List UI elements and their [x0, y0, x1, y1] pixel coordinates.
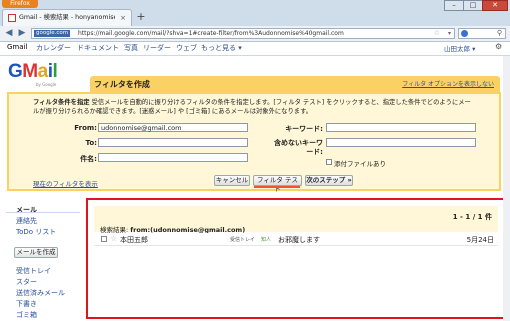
row-label-inbox[interactable]: 受信トレイ [230, 236, 255, 243]
has-attachment-checkbox[interactable] [326, 159, 332, 165]
table-row[interactable]: ☆ 本田五郎 受信トレイ 知人 お邪魔します 5月24日 [94, 233, 498, 246]
url-dropdown-icon[interactable]: ▾ [448, 29, 451, 38]
gear-icon[interactable]: ⚙ [495, 42, 502, 51]
row-date: 5月24日 [466, 236, 494, 244]
minimize-button[interactable]: – [444, 0, 464, 11]
gbar-divider [0, 55, 510, 56]
filter-panel-title: フィルタを作成 [94, 80, 150, 89]
sidebar-item-inbox[interactable]: 受信トレイ [16, 266, 51, 276]
filter-test-highlight [254, 186, 300, 188]
sidebar: メール 連絡先 ToDo リスト メールを作成 受信トレイ スター 送信済みメー… [0, 203, 80, 321]
row-checkbox[interactable] [101, 236, 107, 242]
hide-filter-options-link[interactable]: フィルタ オプションを表示しない [402, 79, 494, 88]
keyword-label: キーワード: [285, 125, 323, 133]
scrollbar[interactable] [503, 56, 510, 321]
filter-test-button[interactable]: フィルタ テスト [253, 175, 302, 193]
sidebar-item-todo[interactable]: ToDo リスト [16, 227, 56, 237]
gbar-link-web[interactable]: ウェブ [176, 43, 197, 53]
site-identity-badge[interactable]: google.com [34, 30, 71, 37]
gmail-logo[interactable]: GMail [8, 62, 58, 82]
from-input[interactable]: udonnomise@gmail.com [98, 123, 248, 132]
results-header: 1 - 1 / 1 件 検索結果: from:(udonnomise@gmail… [94, 206, 498, 234]
close-tab-icon[interactable]: × [120, 10, 126, 26]
google-search-icon [461, 30, 468, 37]
exclude-keyword-input[interactable] [326, 138, 476, 147]
search-results-panel: 1 - 1 / 1 件 検索結果: from:(udonnomise@gmail… [86, 198, 506, 319]
gmail-favicon-icon [8, 14, 16, 22]
subject-label: 件名: [80, 155, 97, 163]
to-input[interactable] [98, 138, 248, 147]
firefox-menu-button[interactable]: Firefox [2, 0, 38, 8]
url-text: https://mail.google.com/mail/?shva=1#cre… [78, 30, 344, 37]
filter-description-text: 受信メールを自動的に振り分けるフィルタの条件を指定します。[フィルタ テスト] … [33, 99, 471, 115]
sidebar-item-mail[interactable]: メール [16, 205, 37, 215]
sidebar-item-contacts[interactable]: 連絡先 [16, 216, 37, 226]
keyword-input[interactable] [326, 123, 476, 132]
sidebar-item-starred[interactable]: スター [16, 277, 37, 287]
maximize-button[interactable]: □ [463, 0, 483, 11]
browser-tab-gmail[interactable]: Gmail - 検索結果 - honyanomise@gmail.c... × [2, 9, 132, 26]
tab-title: Gmail - 検索結果 - honyanomise@gmail.c... [19, 14, 115, 21]
star-icon[interactable]: ☆ [110, 234, 117, 243]
filter-description: フィルタ条件を指定 受信メールを自動的に振り分けるフィルタの条件を指定します。[… [33, 98, 473, 116]
gbar-link-more[interactable]: もっと見る ▾ [201, 43, 242, 53]
show-current-filters-link[interactable]: 現在のフィルタを表示 [33, 178, 98, 188]
gbar-link-photos[interactable]: 写真 [124, 43, 138, 53]
has-attachment-label: 添付ファイルあり [334, 160, 386, 168]
gbar-link-gmail[interactable]: Gmail [7, 43, 27, 51]
compose-button[interactable]: メールを作成 [14, 247, 58, 258]
gbar-link-reader[interactable]: リーダー [143, 43, 171, 53]
filter-panel-header: フィルタを作成 フィルタ オプションを表示しない [90, 76, 500, 92]
sidebar-item-sent[interactable]: 送信済みメール [16, 288, 65, 298]
magnifier-icon[interactable]: ⚲ [497, 29, 502, 37]
google-bar: Gmail カレンダー ドキュメント 写真 リーダー ウェブ もっと見る ▾ [0, 41, 510, 55]
sidebar-item-trash[interactable]: ゴミ箱 [16, 310, 37, 320]
browser-search-box[interactable]: ⚲ [458, 28, 506, 39]
window-controls: – □ ✕ [444, 0, 508, 11]
from-label: From: [74, 124, 97, 132]
new-tab-button[interactable]: + [134, 11, 148, 23]
gbar-link-docs[interactable]: ドキュメント [77, 43, 119, 53]
sidebar-item-drafts[interactable]: 下書き [16, 299, 37, 309]
sidebar-divider [6, 212, 80, 213]
to-label: To: [85, 139, 97, 147]
gbar-link-calendar[interactable]: カレンダー [36, 43, 71, 53]
exclude-keyword-label: 含めないキーワード: [274, 139, 323, 156]
close-window-button[interactable]: ✕ [482, 0, 508, 11]
url-bar[interactable]: google.com https://mail.google.com/mail/… [31, 28, 455, 39]
cancel-button[interactable]: キャンセル [214, 175, 250, 186]
row-subject: お邪魔します [278, 236, 320, 244]
subject-input[interactable] [98, 153, 248, 162]
results-count: 1 - 1 / 1 件 [452, 213, 492, 221]
filter-panel-body: フィルタ条件を指定 受信メールを自動的に振り分けるフィルタの条件を指定します。[… [7, 92, 501, 193]
filter-description-label: フィルタ条件を指定 [33, 99, 90, 106]
forward-arrow-icon[interactable]: ▶ [16, 27, 28, 40]
row-sender: 本田五郎 [120, 236, 148, 244]
row-label-acquaintance[interactable]: 知人 [261, 236, 271, 243]
next-step-button[interactable]: 次のステップ » [305, 175, 353, 186]
user-account-menu[interactable]: 山田太郎 ▾ [444, 43, 475, 53]
by-google-caption: by Google [36, 82, 57, 87]
bookmark-star-icon[interactable]: ☆ [434, 29, 440, 38]
back-arrow-icon[interactable]: ◀ [3, 27, 15, 40]
